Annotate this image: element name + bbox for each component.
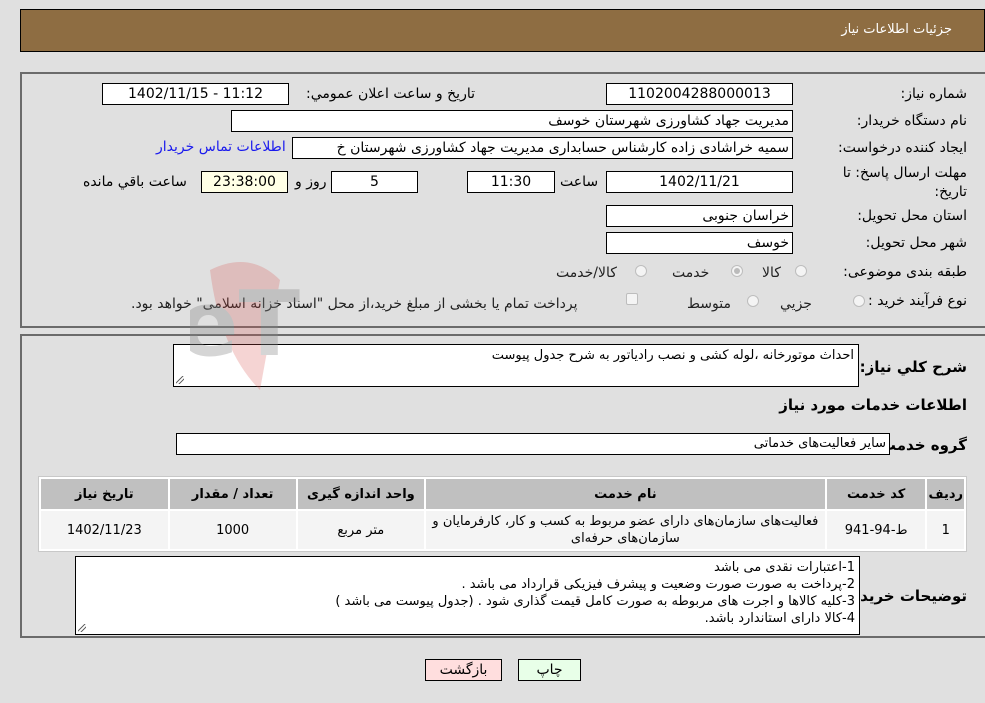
announce-label: تاریخ و ساعت اعلان عمومي:: [306, 86, 475, 102]
col-header-quantity: تعداد / مقدار: [169, 479, 296, 509]
city-label: شهر محل تحویل:: [865, 235, 967, 251]
category-radio-service[interactable]: [731, 265, 743, 277]
page-title: جزئیات اطلاعات نیاز: [841, 22, 952, 37]
summary-label: شرح كلي نياز:: [859, 358, 967, 376]
remaining-time-field[interactable]: 23:38:00: [201, 171, 288, 193]
deadline-label: مهلت ارسال پاسخ: تا تاریخ:: [842, 165, 967, 200]
col-header-row-number: ردیف: [927, 479, 964, 509]
days-remaining-field[interactable]: 5: [331, 171, 418, 193]
page-header: جزئیات اطلاعات نیاز: [20, 9, 985, 52]
buyer-note-line: 3-کلیه کالاها و اجرت های مربوطه به صورت …: [335, 594, 855, 609]
cell-service-name: فعالیت‌های سازمان‌های دارای عضو مربوط به…: [425, 511, 825, 549]
buyer-notes-textarea[interactable]: 1-اعتبارات نقدی می باشد 2-پرداخت به صورت…: [75, 556, 860, 635]
services-table: ردیف کد خدمت نام خدمت واحد اندازه گیری ت…: [38, 476, 967, 552]
col-header-service-code: کد خدمت: [826, 479, 926, 509]
province-field[interactable]: خراسان جنوبی: [606, 205, 793, 227]
buyer-org-field[interactable]: مدیریت جهاد کشاورزی شهرستان خوسف: [231, 110, 793, 132]
buyer-note-line: 4-کالا دارای استاندارد باشد.: [704, 611, 855, 626]
buyer-org-label: نام دستگاه خریدار:: [856, 113, 967, 129]
creator-label: ایجاد کننده درخواست:: [838, 140, 967, 156]
category-option-goods-service: کالا/خدمت: [556, 265, 617, 281]
days-label: روز و: [295, 174, 327, 190]
category-label: طبقه بندی موضوعی:: [843, 264, 967, 280]
cell-unit: متر مربع: [297, 511, 424, 549]
treasury-payment-note: پرداخت تمام یا بخشی از مبلغ خرید،از محل …: [131, 296, 578, 312]
cell-need-date: 1402/11/23: [41, 511, 168, 549]
category-radio-goods[interactable]: [795, 265, 807, 277]
resize-grip-icon[interactable]: [176, 376, 184, 384]
summary-textarea[interactable]: احداث موتورخانه ،لوله کشی و نصب رادیاتور…: [173, 344, 859, 387]
table-header-row: ردیف کد خدمت نام خدمت واحد اندازه گیری ت…: [41, 479, 964, 509]
need-number-label: شماره نیاز:: [900, 86, 968, 102]
services-heading: اطلاعات خدمات مورد نياز: [779, 396, 967, 414]
cell-service-code: ط-94-941: [826, 511, 926, 549]
category-option-goods: کالا: [762, 265, 781, 281]
back-button[interactable]: بازگشت: [425, 659, 502, 681]
col-header-need-date: تاریخ نیاز: [41, 479, 168, 509]
treasury-payment-checkbox[interactable]: [626, 293, 638, 305]
col-header-unit: واحد اندازه گیری: [297, 479, 424, 509]
category-radio-goods-service[interactable]: [635, 265, 647, 277]
process-type-label: نوع فرآیند خرید :: [868, 293, 967, 309]
category-option-service: خدمت: [672, 265, 710, 281]
city-field[interactable]: خوسف: [606, 232, 793, 254]
process-radio-medium[interactable]: [747, 295, 759, 307]
service-group-field[interactable]: سایر فعالیت‌های خدماتی: [176, 433, 890, 455]
deadline-date-field[interactable]: 1402/11/21: [606, 171, 793, 193]
table-row: 1 ط-94-941 فعالیت‌های سازمان‌های دارای ع…: [41, 511, 964, 549]
province-label: استان محل تحویل:: [857, 208, 967, 224]
resize-grip-icon[interactable]: [78, 624, 86, 632]
process-radio-minor[interactable]: [853, 295, 865, 307]
need-number-field[interactable]: 1102004288000013: [606, 83, 793, 105]
process-option-medium: متوسط: [687, 296, 731, 312]
col-header-service-name: نام خدمت: [425, 479, 825, 509]
creator-field[interactable]: سمیه خراشادی زاده کارشناس حسابداری مدیری…: [292, 137, 793, 159]
remaining-time-label: ساعت باقي مانده: [83, 174, 187, 190]
cell-row-number: 1: [927, 511, 964, 549]
buyer-contact-link[interactable]: اطلاعات تماس خریدار: [156, 139, 286, 155]
summary-text: احداث موتورخانه ،لوله کشی و نصب رادیاتور…: [491, 348, 854, 363]
process-option-minor: جزیي: [780, 296, 812, 312]
buyer-note-line: 2-پرداخت به صورت صورت وضعیت و پیشرف فیزی…: [461, 577, 855, 592]
deadline-time-field[interactable]: 11:30: [467, 171, 555, 193]
announce-datetime-field[interactable]: 1402/11/15 - 11:12: [102, 83, 289, 105]
print-button[interactable]: چاپ: [518, 659, 581, 681]
deadline-time-label: ساعت: [560, 174, 599, 190]
cell-quantity: 1000: [169, 511, 296, 549]
buyer-note-line: 1-اعتبارات نقدی می باشد: [714, 560, 855, 575]
